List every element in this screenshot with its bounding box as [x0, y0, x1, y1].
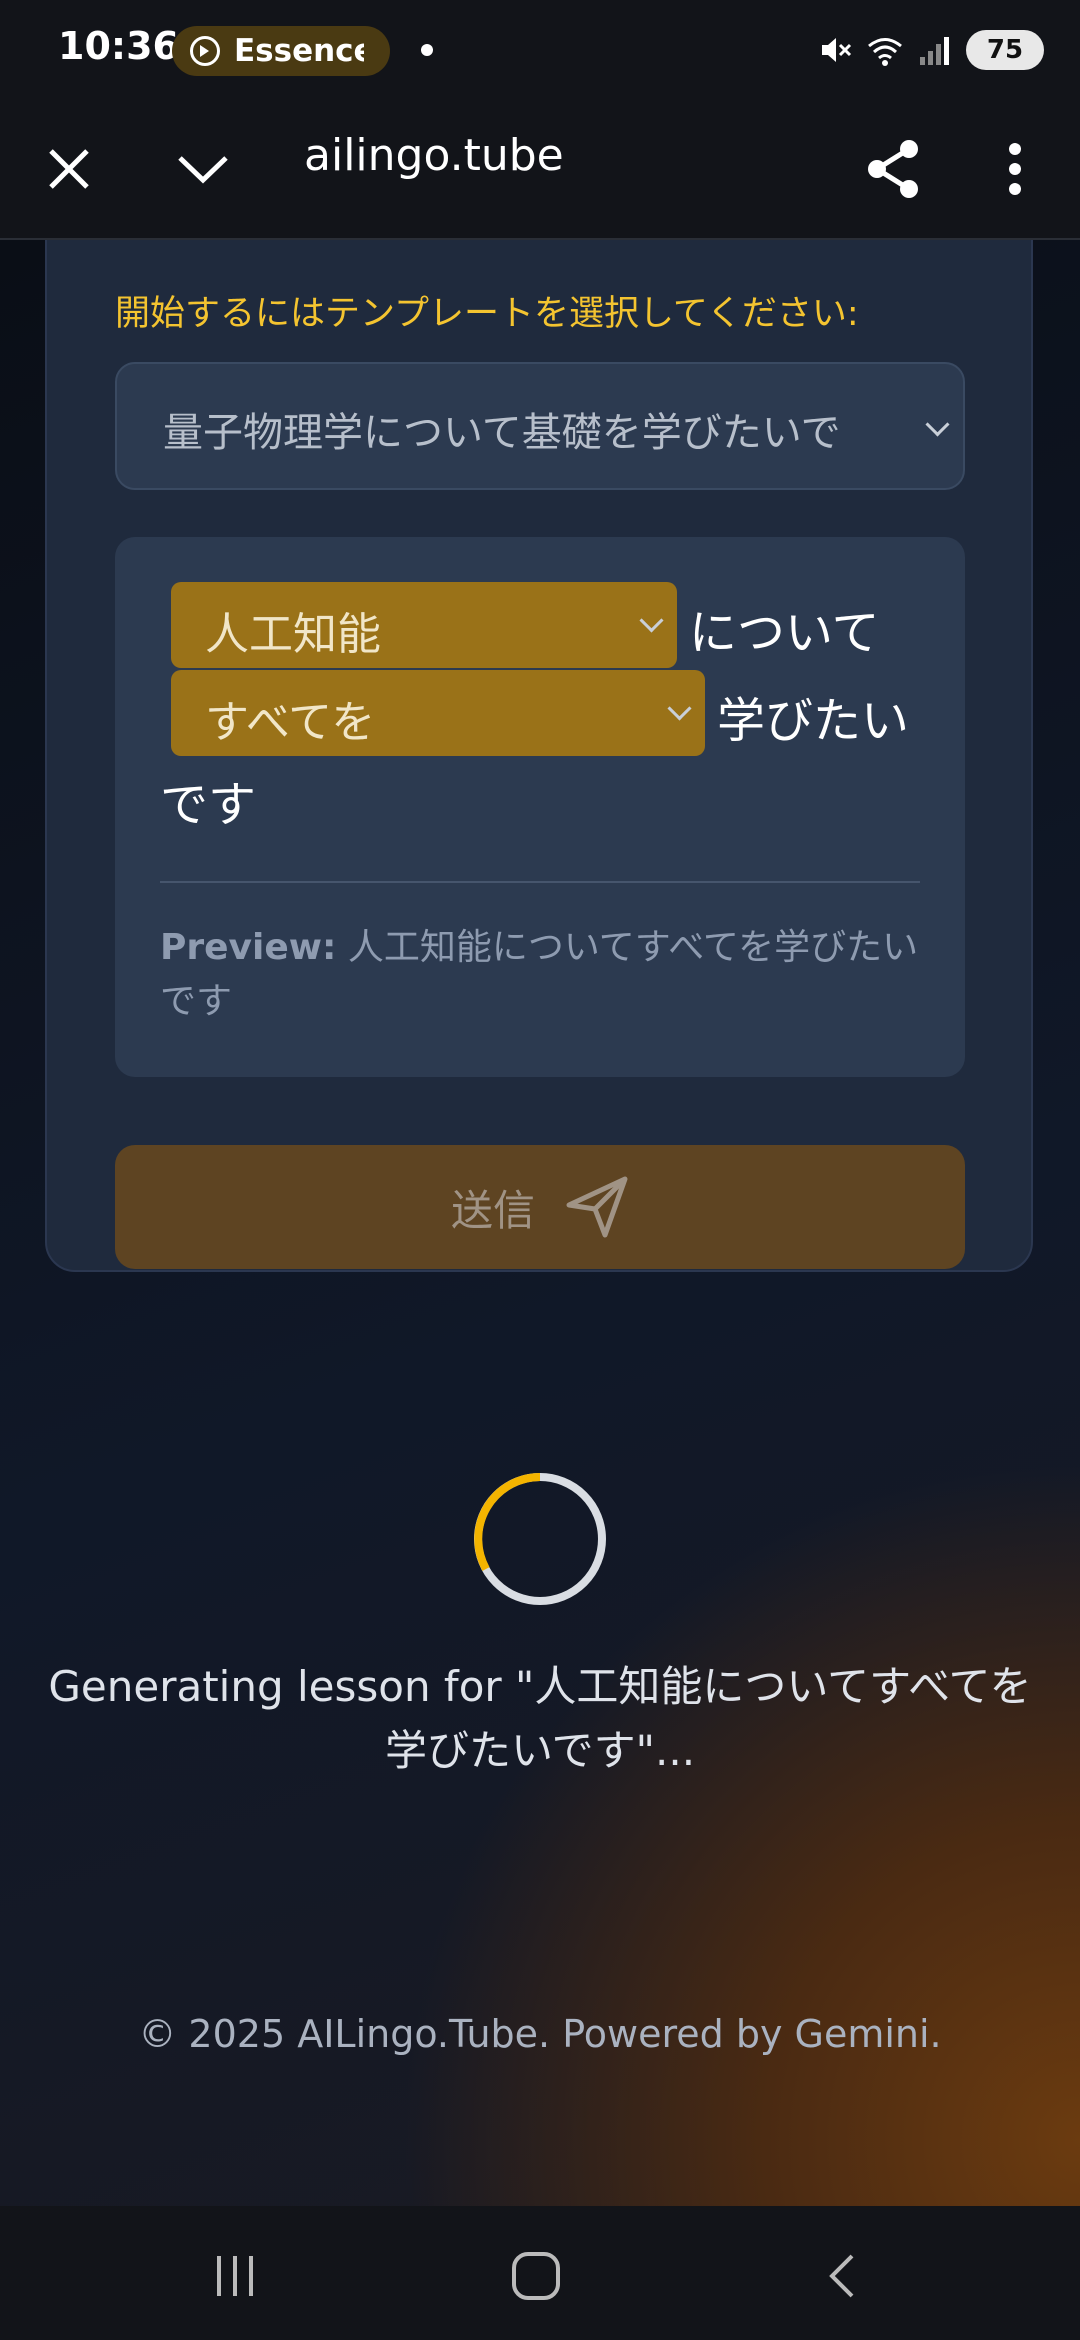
loading-spinner	[474, 1473, 606, 1605]
topic-dropdown[interactable]: 人工知能	[171, 582, 677, 668]
template-select[interactable]: 量子物理学について基礎を学びたいで	[115, 362, 965, 490]
topic-suffix-text: について	[689, 605, 880, 661]
more-vert-icon[interactable]	[982, 136, 1048, 202]
submit-button-label: 送信	[450, 1185, 535, 1235]
system-icons: 75	[818, 30, 1044, 70]
signal-icon	[920, 37, 949, 65]
scope-dropdown[interactable]: すべてを	[171, 670, 705, 756]
preview-label: Preview:	[160, 927, 337, 968]
topic-dropdown-value: 人工知能	[205, 609, 381, 660]
wifi-icon	[868, 38, 902, 66]
media-pill[interactable]: Essence (	[172, 26, 390, 76]
template-select-value: 量子物理学について基礎を学びたいで	[163, 410, 841, 456]
close-icon[interactable]	[36, 136, 102, 202]
divider	[160, 881, 920, 883]
submit-button[interactable]: 送信	[115, 1145, 965, 1269]
send-icon	[566, 1176, 628, 1238]
footer-copyright: © 2025 AILingo.Tube. Powered by Gemini.	[138, 2012, 942, 2056]
chevron-down-icon	[639, 608, 664, 633]
chevron-down-icon	[925, 412, 950, 437]
sentence-end-text: です	[160, 777, 257, 833]
scope-dropdown-value: すべてを	[205, 697, 376, 748]
battery-level: 75	[986, 35, 1024, 65]
status-time: 10:36	[58, 24, 179, 68]
notification-dot-icon	[421, 44, 433, 56]
media-pill-label: Essence (	[234, 33, 364, 69]
battery-indicator: 75	[966, 30, 1044, 70]
status-bar: 10:36 Essence ( 75	[0, 0, 1080, 100]
back-icon[interactable]	[806, 2246, 876, 2306]
page-content: 開始するにはテンプレートを選択してください: 量子物理学について基礎を学びたいで…	[0, 240, 1080, 2206]
template-prompt-label: 開始するにはテンプレートを選択してください:	[115, 294, 859, 334]
chevron-down-icon[interactable]	[170, 136, 236, 202]
sentence-builder: 人工知能 について すべてを 学びたい です Preview: 人工知能について…	[115, 537, 965, 1077]
share-icon[interactable]	[860, 136, 926, 202]
system-nav-bar	[0, 2206, 1080, 2340]
home-icon[interactable]	[501, 2246, 571, 2306]
loading-message: Generating lesson for "人工知能についてすべてを学びたいで…	[48, 1662, 1032, 1775]
chevron-down-icon	[667, 696, 692, 721]
play-icon	[190, 36, 220, 66]
preview-text: Preview: 人工知能についてすべてを学びたいです	[160, 921, 920, 1029]
scope-suffix-text: 学びたい	[717, 693, 910, 749]
recent-apps-icon[interactable]	[200, 2246, 270, 2306]
url-bar[interactable]: ailingo.tube	[304, 130, 564, 181]
mute-icon	[822, 38, 852, 62]
